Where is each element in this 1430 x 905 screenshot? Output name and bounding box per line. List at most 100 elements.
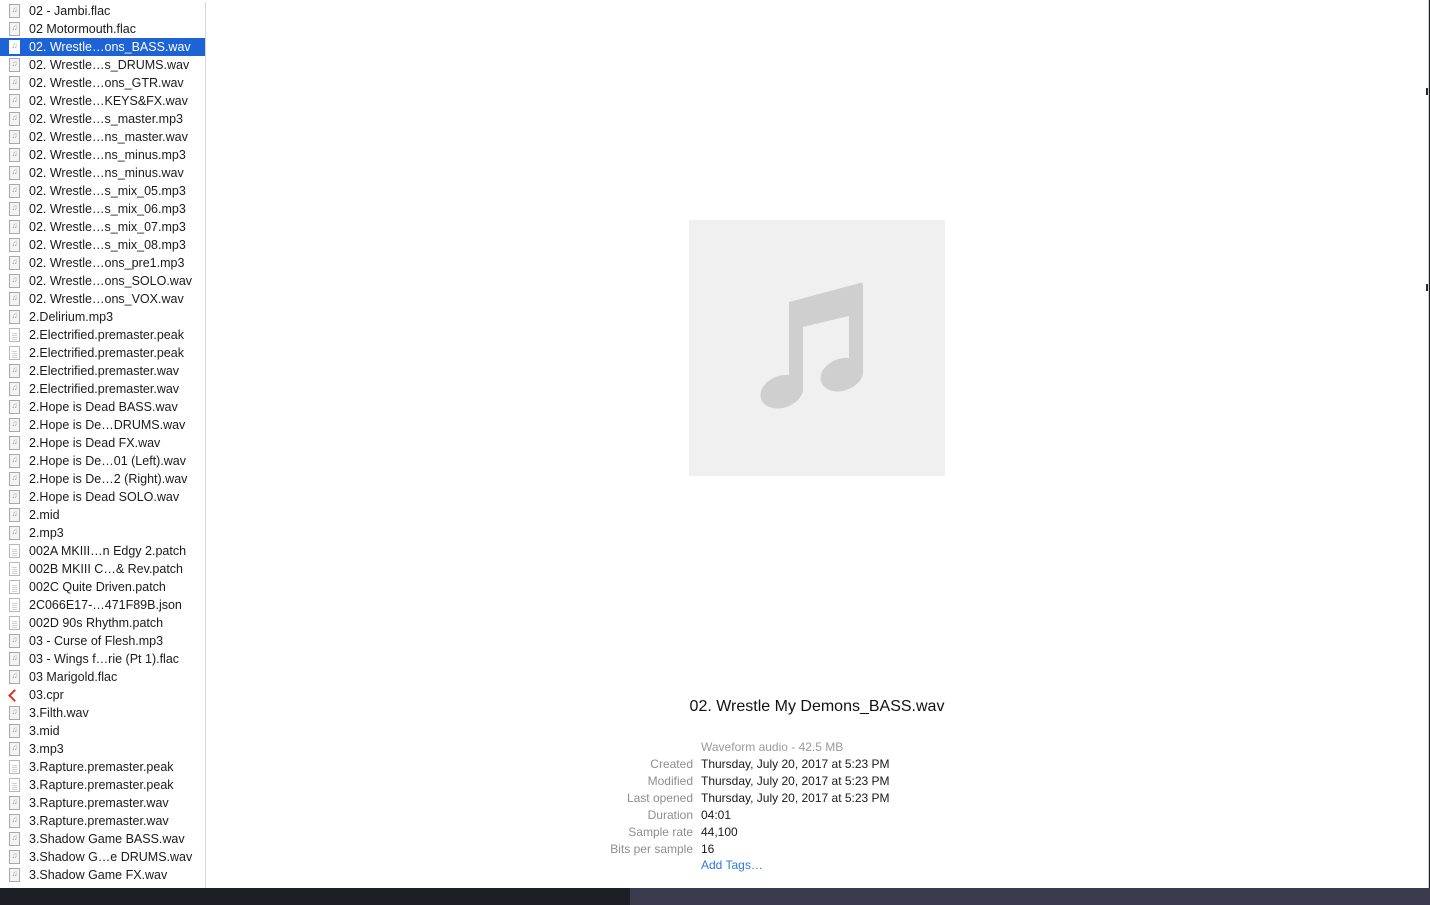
edge-mark — [1426, 88, 1428, 95]
audio-file-icon — [9, 632, 20, 648]
add-tags-link[interactable]: Add Tags… — [701, 858, 763, 872]
file-list-item[interactable]: 02. Wrestle…KEYS&FX.wav — [0, 92, 205, 110]
file-list-item[interactable]: 3.mid — [0, 722, 205, 740]
document-file-icon — [9, 562, 20, 576]
audio-file-icon — [9, 506, 20, 522]
file-list-item[interactable]: 02. Wrestle…s_mix_06.mp3 — [0, 200, 205, 218]
info-row-kind: Waveform audio - 42.5 MB — [206, 739, 1428, 756]
file-list-item[interactable]: 2.Electrified.premaster.wav — [0, 380, 205, 398]
file-info-table: Waveform audio - 42.5 MB Created Thursday… — [206, 739, 1428, 858]
info-value: 44,100 — [701, 825, 738, 839]
file-list-item[interactable]: 3.Rapture.premaster.peak — [0, 776, 205, 794]
audio-file-icon — [9, 110, 20, 126]
info-row: Modified Thursday, July 20, 2017 at 5:23 … — [206, 773, 1428, 790]
file-list-item[interactable]: 2.Electrified.premaster.peak — [0, 344, 205, 362]
file-name-label: 02. Wrestle…s_mix_05.mp3 — [29, 184, 186, 198]
audio-file-icon — [9, 20, 20, 36]
file-list-item[interactable]: 03.cpr — [0, 686, 205, 704]
file-list-item[interactable]: 002D 90s Rhythm.patch — [0, 614, 205, 632]
file-name-label: 002C Quite Driven.patch — [29, 580, 166, 594]
file-list-item[interactable]: 002A MKIII…n Edgy 2.patch — [0, 542, 205, 560]
audio-file-icon — [9, 794, 20, 810]
finder-window: 02 - Jambi.flac 02 Motormouth.flac 02. Wre… — [0, 0, 1429, 888]
file-list-item[interactable]: 02. Wrestle…ons_BASS.wav — [0, 38, 205, 56]
file-list-item[interactable]: 02. Wrestle…ns_minus.mp3 — [0, 146, 205, 164]
file-list-item[interactable]: 02. Wrestle…ns_master.wav — [0, 128, 205, 146]
file-list-item[interactable]: 3.Shadow Game FX.wav — [0, 866, 205, 884]
file-list-item[interactable]: 02. Wrestle…ons_SOLO.wav — [0, 272, 205, 290]
audio-file-icon — [9, 200, 20, 216]
file-list-item[interactable]: 2.mid — [0, 506, 205, 524]
file-list-item[interactable]: 2C066E17-…471F89B.json — [0, 596, 205, 614]
file-list-item[interactable]: 2.Hope is Dead FX.wav — [0, 434, 205, 452]
document-file-icon — [9, 544, 20, 558]
info-value: 04:01 — [701, 808, 732, 822]
file-list-item[interactable]: 2.Hope is Dead SOLO.wav — [0, 488, 205, 506]
file-name-label: 02. Wrestle…ns_minus.mp3 — [29, 148, 186, 162]
file-list-item[interactable]: 03 - Curse of Flesh.mp3 — [0, 632, 205, 650]
file-list-item[interactable]: 02 - Jambi.flac — [0, 2, 205, 20]
audio-file-icon — [9, 668, 20, 684]
audio-file-icon — [9, 380, 20, 396]
file-list-item[interactable]: 02. Wrestle…ons_VOX.wav — [0, 290, 205, 308]
file-list-item[interactable]: 002C Quite Driven.patch — [0, 578, 205, 596]
file-list-item[interactable]: 02. Wrestle…s_mix_07.mp3 — [0, 218, 205, 236]
audio-file-icon — [9, 650, 20, 666]
file-name-label: 3.mp3 — [29, 742, 64, 756]
file-list-column[interactable]: 02 - Jambi.flac 02 Motormouth.flac 02. Wre… — [0, 2, 206, 888]
file-list-item[interactable]: 2.Hope is De…01 (Left).wav — [0, 452, 205, 470]
file-name-label: 3.Rapture.premaster.wav — [29, 796, 169, 810]
file-name-label: 3.Filth.wav — [29, 706, 89, 720]
file-list-item[interactable]: 02. Wrestle…ons_GTR.wav — [0, 74, 205, 92]
file-list-item[interactable]: 2.Electrified.premaster.wav — [0, 362, 205, 380]
info-label: Last opened — [626, 791, 693, 805]
file-list-item[interactable]: 03 - Wings f…rie (Pt 1).flac — [0, 650, 205, 668]
file-list-item[interactable]: 2.Hope is De…DRUMS.wav — [0, 416, 205, 434]
file-list-item[interactable]: 3.Shadow G…e DRUMS.wav — [0, 848, 205, 866]
file-list-item[interactable]: 3.Filth.wav — [0, 704, 205, 722]
file-list-item[interactable]: 02. Wrestle…ns_minus.wav — [0, 164, 205, 182]
file-name-label: 2.Delirium.mp3 — [29, 310, 114, 324]
audio-file-icon — [9, 398, 20, 414]
audio-file-icon — [9, 56, 20, 72]
audio-file-icon — [9, 290, 20, 306]
file-name-label: 3.Shadow Game FX.wav — [29, 868, 168, 882]
document-file-icon — [9, 580, 20, 594]
file-name-label: 2.mid — [29, 508, 60, 522]
info-value: Thursday, July 20, 2017 at 5:23 PM — [701, 774, 890, 788]
file-name-label: 02. Wrestle…ons_VOX.wav — [29, 292, 184, 306]
file-list-item[interactable]: 02. Wrestle…s_mix_08.mp3 — [0, 236, 205, 254]
file-list-item[interactable]: 2.Hope is Dead BASS.wav — [0, 398, 205, 416]
file-list-item[interactable]: 02. Wrestle…s_DRUMS.wav — [0, 56, 205, 74]
audio-file-icon — [9, 74, 20, 90]
file-list-item[interactable]: 02. Wrestle…s_mix_05.mp3 — [0, 182, 205, 200]
audio-file-icon — [9, 146, 20, 162]
audio-file-icon — [9, 92, 20, 108]
file-name-label: 3.Rapture.premaster.wav — [29, 814, 169, 828]
preview-pane: 02. Wrestle My Demons_BASS.wav Waveform … — [206, 0, 1428, 888]
file-list-item[interactable]: 3.Rapture.premaster.wav — [0, 794, 205, 812]
file-list-item[interactable]: 02. Wrestle…ons_pre1.mp3 — [0, 254, 205, 272]
audio-file-icon — [9, 416, 20, 432]
file-list-item[interactable]: 02 Motormouth.flac — [0, 20, 205, 38]
file-list-item[interactable]: 002B MKIII C…& Rev.patch — [0, 560, 205, 578]
file-name-label: 2.Electrified.premaster.wav — [29, 364, 180, 378]
file-list-item[interactable]: 3.Shadow Game BASS.wav — [0, 830, 205, 848]
file-list-item[interactable]: 2.mp3 — [0, 524, 205, 542]
file-list-item[interactable]: 2.Electrified.premaster.peak — [0, 326, 205, 344]
file-list-item[interactable]: 2.Delirium.mp3 — [0, 308, 205, 326]
file-name-label: 02. Wrestle…ons_GTR.wav — [29, 76, 184, 90]
file-name-label: 02. Wrestle…ons_SOLO.wav — [29, 274, 193, 288]
file-list-item[interactable]: 03 Marigold.flac — [0, 668, 205, 686]
file-list-item[interactable]: 3.Rapture.premaster.wav — [0, 812, 205, 830]
file-list-item[interactable]: 3.Rapture.premaster.peak — [0, 758, 205, 776]
file-name-label: 03 - Curse of Flesh.mp3 — [29, 634, 164, 648]
audio-file-icon — [9, 488, 20, 504]
info-label: Bits per sample — [610, 842, 693, 856]
audio-file-icon — [9, 38, 20, 54]
file-name-label: 02. Wrestle…s_mix_08.mp3 — [29, 238, 186, 252]
file-list-item[interactable]: 02. Wrestle…s_master.mp3 — [0, 110, 205, 128]
file-list-item[interactable]: 2.Hope is De…2 (Right).wav — [0, 470, 205, 488]
file-list-item[interactable]: 3.mp3 — [0, 740, 205, 758]
info-label: Duration — [647, 808, 693, 822]
